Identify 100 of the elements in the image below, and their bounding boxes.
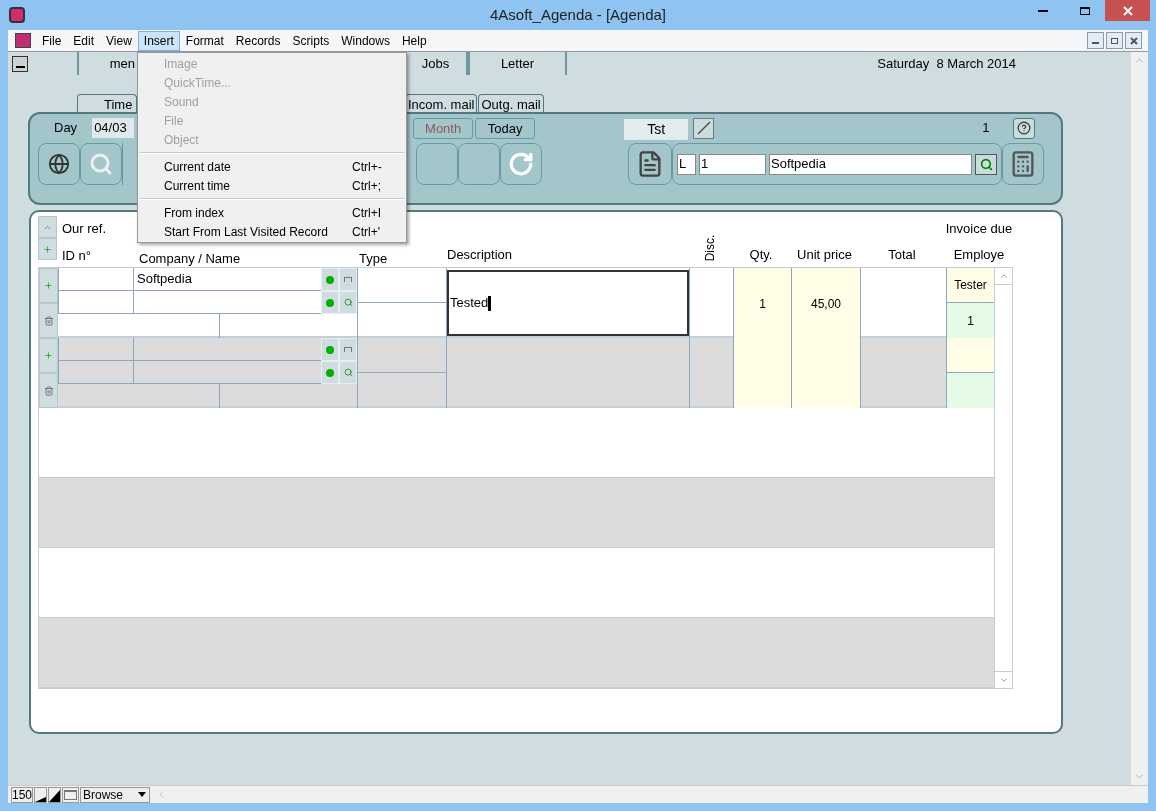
pen-icon (696, 121, 711, 135)
tab[interactable]: men (109, 53, 137, 74)
company-field[interactable]: Softpedia (133, 268, 321, 291)
globe-search-button[interactable] (38, 143, 80, 185)
description-field[interactable]: Tested (447, 270, 689, 336)
contact-name-field[interactable] (133, 361, 321, 384)
refresh-icon (508, 151, 534, 177)
id-field[interactable] (58, 338, 133, 361)
menu-item[interactable]: Records (229, 30, 287, 51)
employee-number: 1 (967, 312, 974, 330)
trash-button[interactable] (39, 303, 58, 338)
calculator-button[interactable] (1002, 143, 1044, 185)
column-header: Company / Name (139, 251, 241, 266)
search-icon (343, 368, 353, 377)
restore-button[interactable] (1106, 32, 1123, 49)
search-icon (89, 152, 113, 176)
window-title: 4Asoft_Agenda - [Agenda] (489, 4, 667, 25)
insert-button[interactable] (339, 338, 357, 361)
refresh-button[interactable] (500, 143, 542, 185)
search-icon (343, 298, 353, 307)
window-scrollbar[interactable] (1131, 52, 1148, 785)
employee-name: Tester (954, 277, 987, 294)
trash-icon (43, 385, 54, 396)
tab[interactable]: Letter (468, 52, 567, 75)
menu-item[interactable]: From index Ctrl+I (138, 203, 406, 222)
menu-item[interactable]: Insert (137, 30, 180, 51)
menu-item[interactable]: Edit (67, 30, 101, 51)
document-button[interactable] (628, 143, 672, 185)
column-header: Our ref. (62, 220, 108, 237)
help-button[interactable] (1013, 117, 1036, 139)
name-field[interactable]: Softpedia (769, 153, 972, 175)
add-row-button[interactable] (39, 338, 58, 373)
menu-item[interactable]: Help (395, 30, 433, 51)
zoom-in-button[interactable] (48, 786, 61, 803)
column-header: Employe (953, 245, 1005, 264)
trash-button[interactable] (39, 373, 58, 408)
menu-item[interactable]: Current date Ctrl+- (138, 157, 406, 176)
column-header: Unit price (797, 245, 852, 264)
company-name: Softpedia (137, 270, 192, 289)
column-header: Type (359, 251, 388, 266)
name-field[interactable] (58, 361, 133, 384)
minimize-button[interactable] (1087, 32, 1104, 49)
trash-icon (43, 315, 54, 326)
search-icon (979, 157, 993, 171)
company-field[interactable] (133, 338, 321, 361)
menu-item[interactable]: Windows (335, 30, 396, 51)
date-field[interactable]: 04/03 (92, 118, 135, 138)
empty-button[interactable] (416, 143, 458, 185)
close-button[interactable] (1125, 32, 1142, 49)
tab[interactable]: Incom. mail (405, 94, 478, 112)
period-button[interactable]: Today (475, 117, 536, 139)
empty-button[interactable] (458, 143, 500, 185)
menu-item[interactable]: File (36, 30, 68, 51)
add-button[interactable] (38, 238, 57, 260)
column-header: Total (888, 245, 916, 264)
current-date: Saturday 8 March 2014 (877, 54, 1016, 73)
id-field[interactable] (58, 268, 133, 291)
name-field[interactable] (58, 291, 133, 314)
zoom-level[interactable]: 150 (11, 786, 33, 803)
column-header: Description (447, 245, 513, 264)
close-button[interactable] (1105, 0, 1150, 21)
tab[interactable]: Outg. mail (478, 94, 544, 112)
plus-icon (44, 281, 53, 290)
search-button[interactable] (975, 153, 997, 175)
quantity-value: 1 (759, 296, 766, 310)
record-count: 1 (982, 119, 990, 138)
column-header: ID n° (62, 247, 93, 264)
employee-number-cell (947, 373, 994, 408)
grid-scrollbar[interactable] (994, 268, 1012, 688)
number-field[interactable]: 1 (699, 153, 766, 175)
zoom-out-button[interactable] (34, 786, 47, 803)
chevron-down-icon (998, 675, 1009, 685)
column-header: Disc. (703, 233, 717, 264)
mode-dropdown[interactable]: Browse (80, 786, 150, 803)
document-icon (15, 33, 31, 48)
menu-item[interactable]: Current time Ctrl+; (138, 176, 406, 195)
prefix-field[interactable]: L (677, 153, 696, 175)
menu-item[interactable]: Format (179, 30, 230, 51)
menu-item[interactable]: Scripts (286, 30, 336, 51)
menu-item[interactable]: View (100, 30, 138, 51)
plus-icon (44, 351, 53, 360)
add-row-button[interactable] (39, 268, 58, 303)
menu-item[interactable]: Start From Last Visited Record Ctrl+' (138, 222, 406, 241)
tab[interactable]: Time (77, 94, 137, 112)
app-icon (9, 7, 25, 23)
column-header: Invoice due (945, 220, 1013, 238)
contact-name-field[interactable] (133, 291, 321, 314)
chevron-up-icon (998, 271, 1009, 281)
edit-button[interactable] (693, 117, 715, 139)
insert-button[interactable] (339, 268, 357, 291)
collapse-button[interactable] (12, 55, 28, 72)
plus-icon (43, 244, 52, 254)
sort-button[interactable] (38, 216, 57, 238)
close-icon (1129, 36, 1138, 45)
insert-icon (344, 277, 352, 282)
view-tab[interactable]: Tst (624, 118, 689, 140)
caret-icon (138, 792, 146, 797)
globe-icon (48, 153, 70, 175)
insert-icon (344, 347, 352, 352)
window-button[interactable] (62, 786, 79, 803)
